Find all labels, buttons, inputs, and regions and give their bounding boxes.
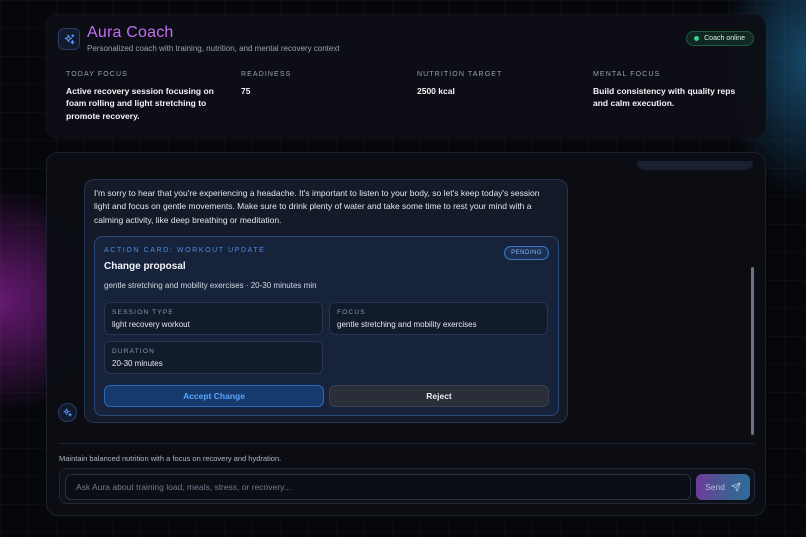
send-button[interactable]: Send (696, 474, 750, 500)
message-composer: Send (59, 468, 755, 504)
field-label: SESSION TYPE (112, 309, 174, 316)
message-text: I'm sorry to hear that you're experienci… (94, 188, 540, 225)
field-label: DURATION (112, 348, 156, 355)
metric-label: MENTAL FOCUS (593, 71, 661, 78)
coach-header: Aura Coach Personalized coach with train… (46, 14, 766, 138)
metric-value: Build consistency with quality reps and … (593, 86, 736, 109)
metric-mental-focus: MENTAL FOCUS Build consistency with qual… (593, 71, 753, 110)
metric-label: TODAY FOCUS (66, 71, 128, 78)
metric-value: Active recovery session focusing on foam… (66, 86, 214, 121)
metric-nutrition-target: NUTRITION TARGET 2500 kcal (417, 71, 577, 97)
action-card-summary: gentle stretching and mobility exercises… (104, 281, 317, 290)
chat-panel: I'm sorry to hear that you're experienci… (46, 152, 766, 516)
chat-scrollbar[interactable] (751, 267, 754, 435)
metric-today-focus: TODAY FOCUS Active recovery session focu… (66, 71, 226, 122)
field-focus: FOCUS gentle stretching and mobility exe… (329, 302, 548, 335)
metric-value: 75 (241, 86, 251, 96)
sparkles-icon (63, 408, 72, 417)
chat-input[interactable] (65, 474, 691, 500)
action-card-eyebrow: ACTION CARD: WORKOUT UPDATE (104, 247, 266, 254)
action-card: ACTION CARD: WORKOUT UPDATE PENDING Chan… (94, 236, 559, 416)
field-value: light recovery workout (112, 320, 190, 329)
assistant-avatar (58, 403, 77, 422)
status-label: Coach online (704, 35, 745, 42)
paper-plane-icon (731, 482, 741, 492)
metric-label: READINESS (241, 71, 292, 78)
sparkles-icon (58, 28, 80, 50)
field-label: FOCUS (337, 309, 366, 316)
status-badge: Coach online (686, 31, 754, 46)
pending-badge: PENDING (504, 246, 549, 260)
app-title: Aura Coach (87, 24, 174, 41)
accept-change-button[interactable]: Accept Change (104, 385, 324, 407)
field-value: 20-30 minutes (112, 359, 163, 368)
metric-label: NUTRITION TARGET (417, 71, 503, 78)
field-session-type: SESSION TYPE light recovery workout (104, 302, 323, 335)
reject-button[interactable]: Reject (329, 385, 549, 407)
metric-value: 2500 kcal (417, 86, 455, 96)
assistant-message: I'm sorry to hear that you're experienci… (84, 179, 568, 423)
coach-hint: Maintain balanced nutrition with a focus… (59, 454, 282, 463)
action-card-title: Change proposal (104, 261, 186, 272)
field-duration: DURATION 20-30 minutes (104, 341, 323, 374)
composer-divider (59, 443, 755, 444)
online-dot-icon (694, 36, 700, 41)
send-label: Send (705, 482, 725, 492)
app-subtitle: Personalized coach with training, nutrit… (87, 44, 340, 53)
field-value: gentle stretching and mobility exercises (337, 320, 477, 329)
metric-readiness: READINESS 75 (241, 71, 401, 97)
